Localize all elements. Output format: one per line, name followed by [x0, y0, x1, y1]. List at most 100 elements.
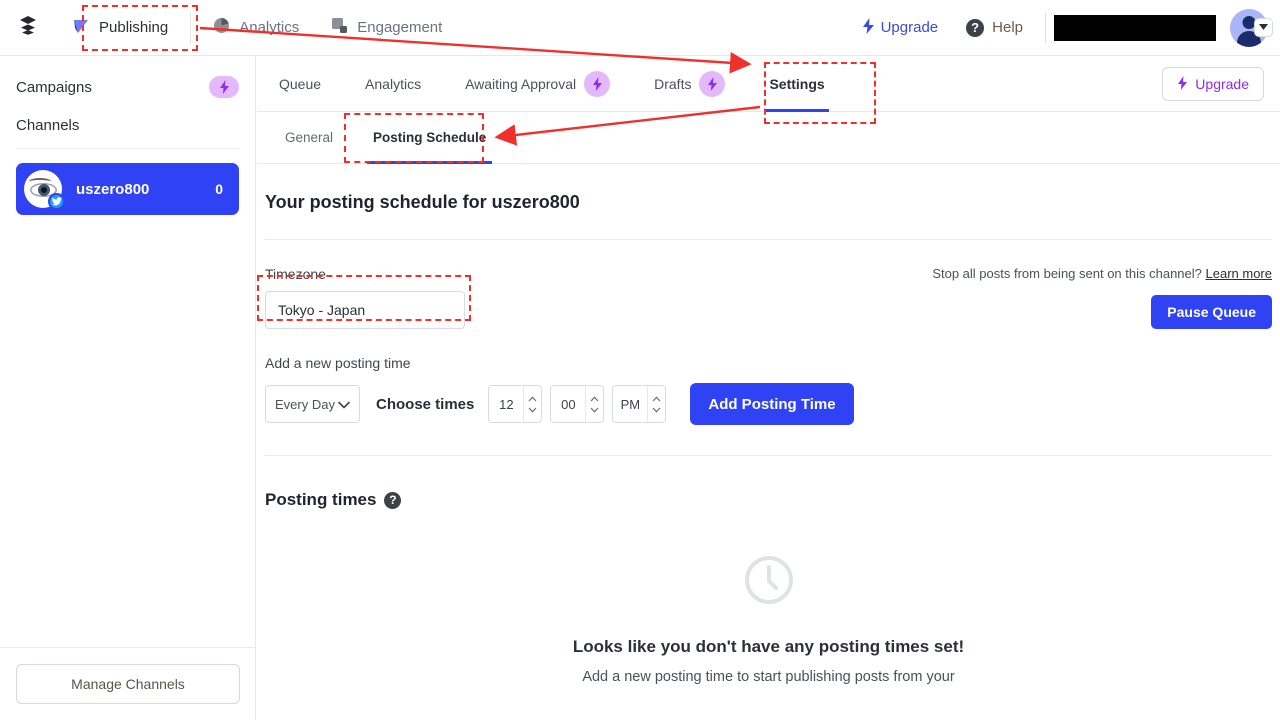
tab-label-queue: Queue — [279, 75, 322, 92]
tab-label-drafts: Drafts — [654, 75, 692, 92]
nav-label-engagement: Engagement — [357, 19, 443, 36]
primary-nav: Publishing Analytics Engagement — [56, 0, 458, 56]
posting-schedule-panel: Your posting schedule for uszero800 Time… — [257, 164, 1280, 685]
timezone-row: Timezone Tokyo - Japan Stop all posts fr… — [265, 266, 1272, 329]
choose-times-label: Choose times — [376, 395, 475, 413]
tab-label-analytics: Analytics — [365, 75, 422, 92]
settings-subtabs: General Posting Schedule — [257, 112, 1280, 164]
chevron-up-icon — [652, 395, 661, 401]
sidebar-channel-uszero800[interactable]: uszero800 0 — [16, 163, 239, 215]
chevron-down-icon — [528, 407, 537, 413]
time-spinners: 12 00 PM — [488, 385, 674, 423]
question-circle-icon[interactable]: ? — [384, 491, 402, 509]
add-section-divider — [265, 455, 1272, 456]
meridiem-stepper-arrows[interactable] — [647, 386, 665, 422]
help-link[interactable]: ? Help — [952, 18, 1037, 37]
add-posting-time-row: Every Day Choose times 12 00 PM Add Post… — [265, 383, 1272, 425]
nav-item-analytics[interactable]: Analytics — [197, 0, 315, 56]
chevron-down-icon[interactable] — [1254, 17, 1273, 37]
minute-stepper-arrows[interactable] — [585, 386, 603, 422]
minute-stepper[interactable]: 00 — [550, 385, 605, 423]
question-circle-icon: ? — [966, 18, 985, 37]
account-name-redacted — [1054, 14, 1216, 41]
sidebar: Campaigns Channels uszero800 0 Manage Ch… — [0, 56, 256, 720]
title-divider — [265, 239, 1272, 240]
subtab-posting-schedule[interactable]: Posting Schedule — [353, 112, 506, 164]
timezone-label: Timezone — [265, 266, 326, 282]
subtab-label-posting-schedule: Posting Schedule — [373, 130, 487, 145]
upgrade-link[interactable]: Upgrade — [848, 17, 953, 38]
help-link-label: Help — [992, 19, 1023, 36]
account-menu-button[interactable] — [1230, 8, 1273, 47]
page-title: Your posting schedule for uszero800 — [265, 192, 580, 212]
content-tabs: Queue Analytics Awaiting Approval Drafts… — [257, 56, 1280, 112]
drafts-bolt-icon — [699, 70, 726, 97]
subtab-general[interactable]: General — [265, 112, 353, 164]
tab-queue[interactable]: Queue — [257, 56, 343, 112]
meridiem-value: PM — [620, 396, 641, 412]
empty-state-title: Looks like you don't have any posting ti… — [572, 637, 965, 656]
awaiting-approval-bolt-icon — [584, 70, 611, 97]
chevron-down-icon — [590, 407, 599, 413]
twitter-icon — [48, 193, 65, 210]
nav-item-publishing[interactable]: Publishing — [56, 0, 184, 56]
chevron-down-icon — [338, 397, 350, 412]
posting-times-heading-row: Posting times ? — [265, 490, 1272, 510]
subtab-label-general: General — [285, 130, 334, 145]
nav-label-analytics: Analytics — [239, 19, 300, 36]
tab-label-settings: Settings — [769, 75, 825, 92]
tab-analytics[interactable]: Analytics — [343, 56, 443, 112]
tab-settings[interactable]: Settings — [747, 56, 846, 112]
layers-icon — [19, 15, 37, 40]
upgrade-link-label: Upgrade — [880, 19, 939, 36]
tab-label-awaiting-approval: Awaiting Approval — [465, 75, 577, 92]
eye-pupil — [41, 187, 47, 193]
app-logo-button[interactable] — [0, 0, 56, 56]
hour-value: 12 — [499, 396, 514, 412]
tab-drafts[interactable]: Drafts — [632, 56, 747, 112]
pause-queue-note: Stop all posts from being sent on this c… — [932, 266, 1272, 281]
day-select-value: Every Day — [275, 396, 335, 412]
add-posting-time-label: Add a new posting time — [265, 355, 411, 371]
pause-queue-button[interactable]: Pause Queue — [1151, 295, 1272, 329]
minute-value: 00 — [561, 396, 576, 412]
posting-times-heading: Posting times — [265, 490, 377, 509]
content-upgrade-button[interactable]: Upgrade — [1162, 67, 1264, 101]
hour-stepper[interactable]: 12 — [488, 385, 543, 423]
publishing-icon — [72, 17, 90, 39]
nav-divider-1 — [190, 10, 192, 45]
sidebar-label-channels: Channels — [16, 116, 80, 134]
nav-label-publishing: Publishing — [99, 19, 169, 36]
pie-chart-icon — [213, 17, 230, 38]
chevron-down-icon — [652, 407, 661, 413]
clock-icon — [743, 556, 795, 610]
day-select[interactable]: Every Day — [265, 385, 360, 423]
timezone-select[interactable]: Tokyo - Japan — [265, 291, 465, 329]
campaigns-bolt-badge-icon — [209, 76, 239, 98]
sidebar-item-campaigns[interactable]: Campaigns — [0, 66, 255, 108]
hour-stepper-arrows[interactable] — [523, 386, 541, 422]
posting-times-empty-state: Looks like you don't have any posting ti… — [265, 554, 1272, 685]
pause-queue-group: Stop all posts from being sent on this c… — [932, 266, 1272, 329]
empty-state-subtitle: Add a new posting time to start publishi… — [582, 669, 955, 685]
sidebar-divider — [16, 148, 239, 149]
learn-more-link[interactable]: Learn more — [1206, 266, 1272, 281]
bolt-icon — [1177, 75, 1188, 93]
topbar-divider — [1045, 12, 1046, 43]
manage-channels-button[interactable]: Manage Channels — [16, 664, 240, 704]
add-posting-time-button[interactable]: Add Posting Time — [690, 383, 854, 425]
sidebar-section-channels: Channels — [0, 108, 255, 142]
chevron-up-icon — [528, 395, 537, 401]
main-content: Queue Analytics Awaiting Approval Drafts… — [257, 56, 1280, 720]
sidebar-footer: Manage Channels — [0, 647, 256, 720]
engagement-icon — [331, 17, 348, 38]
nav-item-engagement[interactable]: Engagement — [315, 0, 458, 56]
timezone-value: Tokyo - Japan — [278, 302, 366, 318]
top-bar-right-group: Upgrade ? Help — [848, 0, 1280, 56]
content-upgrade-label: Upgrade — [1195, 76, 1249, 92]
sidebar-label-campaigns: Campaigns — [16, 78, 92, 96]
pause-queue-note-text: Stop all posts from being sent on this c… — [932, 266, 1202, 281]
meridiem-stepper[interactable]: PM — [612, 385, 667, 423]
timezone-group: Timezone Tokyo - Japan — [265, 266, 495, 329]
tab-awaiting-approval[interactable]: Awaiting Approval — [443, 56, 632, 112]
